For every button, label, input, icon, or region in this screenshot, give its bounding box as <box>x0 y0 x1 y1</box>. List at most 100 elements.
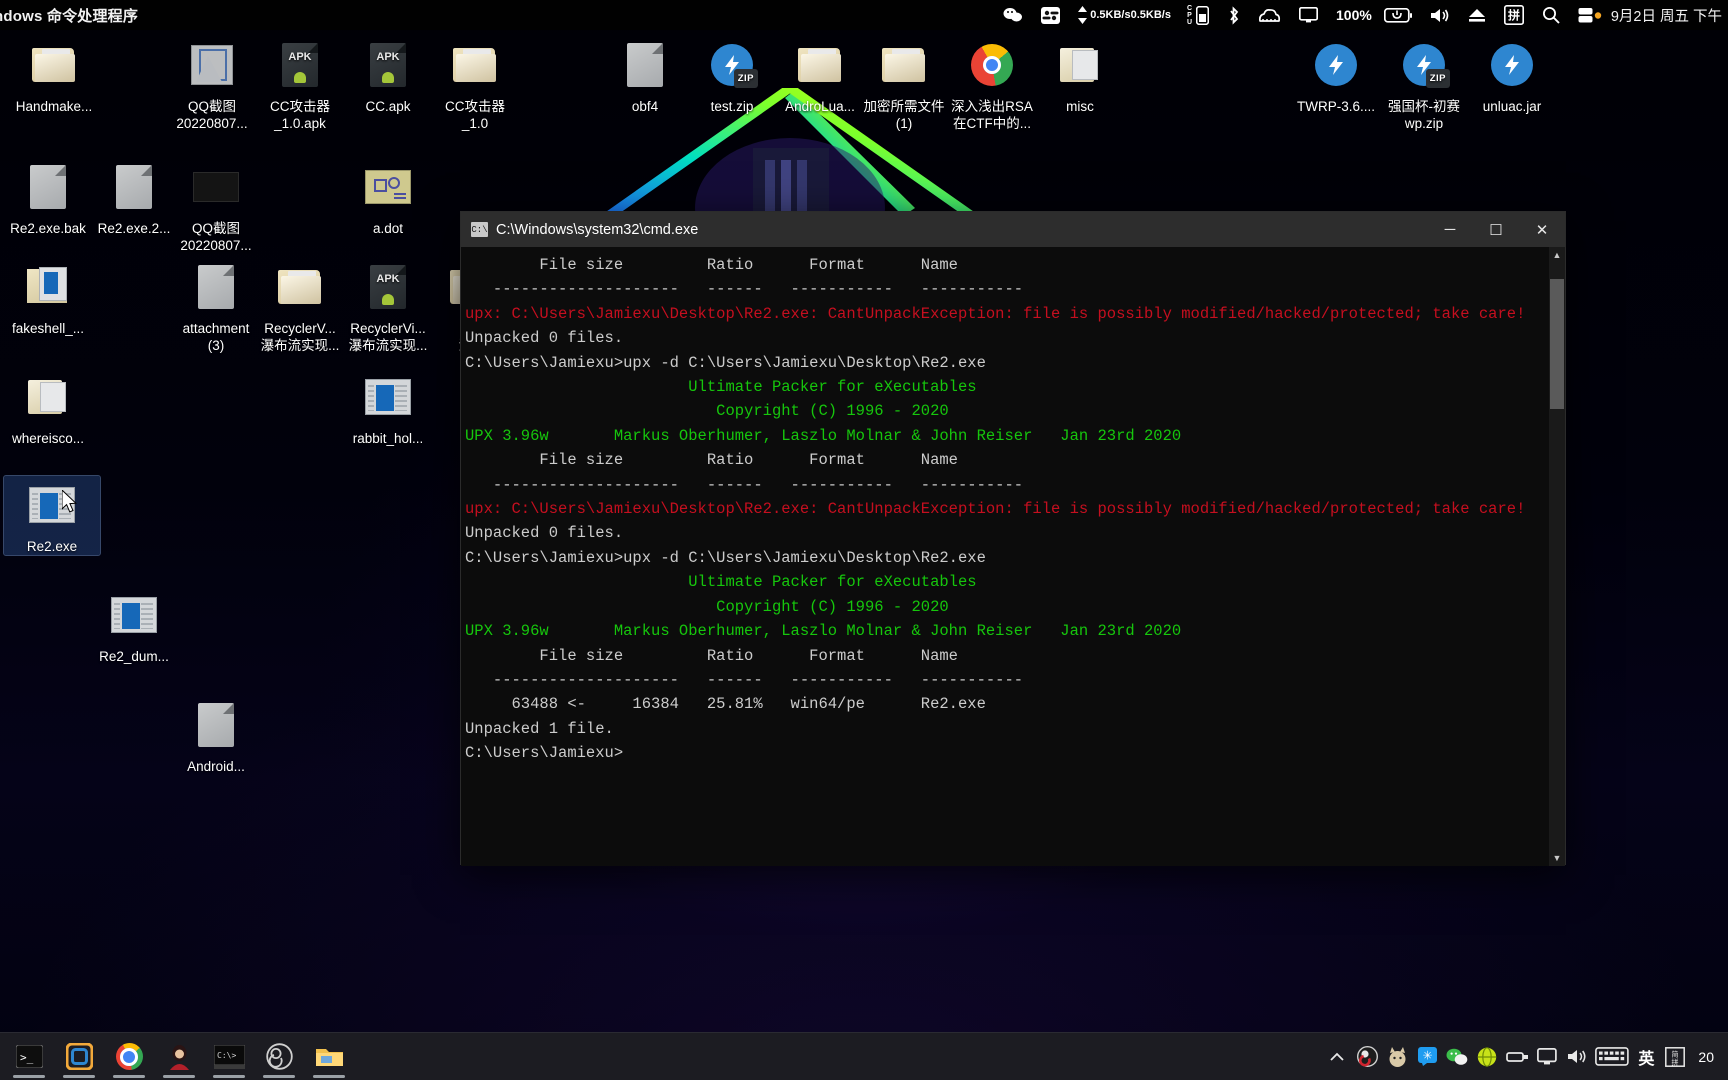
desktop-icon[interactable]: TWRP-3.6.... <box>1288 36 1384 115</box>
cmd-terminal-output[interactable]: File size Ratio Format Name ------------… <box>461 247 1565 866</box>
desktop-icon-label: a.dot <box>372 221 404 236</box>
taskbar-clock[interactable]: 20 <box>1690 1049 1722 1065</box>
terminal-line: -------------------- ------ ----------- … <box>465 670 1024 689</box>
apk-file-icon: APK <box>370 43 406 87</box>
desktop-icon-label: Android... <box>187 759 245 774</box>
desktop-icon[interactable]: attachment (3) <box>168 258 264 354</box>
desktop-icon-label: TWRP-3.6.... <box>1296 99 1375 114</box>
terminal-line: Unpacked 1 file. <box>465 719 614 738</box>
terminal-line: C:\Users\Jamiexu>upx -d C:\Users\Jamiexu… <box>465 548 986 567</box>
keyboard-icon[interactable] <box>1592 1035 1632 1079</box>
desktop-icon[interactable]: QQ截图 20220807... <box>164 36 260 132</box>
display-icon[interactable] <box>1290 0 1327 30</box>
obs-icon[interactable] <box>1352 1035 1382 1079</box>
cmd-window-titlebar[interactable]: C:\ C:\Windows\system32\cmd.exe ─ ☐ ✕ <box>461 212 1565 247</box>
wechat-icon[interactable] <box>1442 1035 1472 1079</box>
desktop-icon[interactable]: a.dot <box>340 158 436 237</box>
terminal-line: File size Ratio Format Name <box>465 451 958 470</box>
asterisk-icon[interactable]: ✳ <box>1412 1035 1442 1079</box>
desktop-icon[interactable]: AndroLua... <box>772 36 868 115</box>
desktop-icon-glyph <box>427 36 523 94</box>
close-button[interactable]: ✕ <box>1519 212 1565 247</box>
desktop-icon[interactable]: APK RecyclerVi... 瀑布流实现... <box>340 258 436 354</box>
eject-icon[interactable] <box>1459 0 1495 30</box>
terminal-icon[interactable]: >_ <box>4 1035 54 1079</box>
desktop-icon[interactable]: Handmake... <box>6 36 102 115</box>
desktop-icon-glyph <box>772 36 868 94</box>
file-icon <box>198 265 234 309</box>
network-arrows-icon[interactable] <box>1069 0 1090 30</box>
window-controls: ─ ☐ ✕ <box>1427 212 1565 247</box>
desktop-icon-label: Re2.exe.bak <box>10 221 86 236</box>
cat-icon[interactable] <box>1382 1035 1412 1079</box>
pinyin-ime-icon[interactable]: 拼 <box>1495 0 1533 30</box>
desktop-icon[interactable]: misc <box>1032 36 1128 115</box>
ime-mode-icon[interactable]: 简拼 <box>1660 1035 1690 1079</box>
apk-file-icon: APK <box>370 265 406 309</box>
network-upload-speed: 0.5KB/s <box>1090 9 1131 21</box>
desktop-icon[interactable]: APK CC.apk <box>340 36 436 115</box>
desktop-icon-label: obf4 <box>631 99 659 114</box>
control-panel-icon[interactable] <box>1032 0 1069 30</box>
menubar-clock[interactable]: 9月2日 周五 下午 <box>1611 5 1724 26</box>
search-icon[interactable] <box>1533 0 1569 30</box>
desktop-icon[interactable]: rabbit_hol... <box>340 368 436 447</box>
desktop-icon[interactable]: fakeshell_... <box>0 258 96 337</box>
desktop-icon-label: test.zip <box>710 99 754 114</box>
maximize-button[interactable]: ☐ <box>1473 212 1519 247</box>
open-folder-icon <box>26 378 70 416</box>
desktop-icon[interactable]: Re2_dum... <box>86 586 182 665</box>
desktop-icon[interactable]: whereisco... <box>0 368 96 447</box>
desktop-icon[interactable]: 深入浅出RSA 在CTF中的... <box>944 36 1040 132</box>
desktop-icon[interactable]: CC攻击器 _1.0 <box>427 36 523 132</box>
terminal-line: Copyright (C) 1996 - 2020 <box>465 597 949 616</box>
desktop-icon[interactable]: unluac.jar <box>1464 36 1560 115</box>
minimize-button[interactable]: ─ <box>1427 212 1473 247</box>
desktop-icon[interactable]: Android... <box>168 696 264 775</box>
cloud-icon[interactable] <box>1249 0 1290 30</box>
scroll-down-icon[interactable]: ▼ <box>1549 850 1565 866</box>
desktop-icon[interactable]: QQ截图 20220807... <box>168 158 264 254</box>
desktop-icon[interactable]: Re2.exe.bak <box>0 158 96 237</box>
svg-text:拼: 拼 <box>1508 8 1520 23</box>
globe-icon[interactable] <box>1472 1035 1502 1079</box>
chrome-icon[interactable] <box>104 1035 154 1079</box>
desktop-icon-label: rabbit_hol... <box>352 431 424 446</box>
volume-icon[interactable] <box>1421 0 1459 30</box>
desktop-icon[interactable]: ZIP test.zip <box>684 36 780 115</box>
file-explorer-icon[interactable] <box>304 1035 354 1079</box>
desktop-icon[interactable]: APK CC攻击器 _1.0.apk <box>252 36 348 132</box>
wechat-icon[interactable] <box>994 0 1032 30</box>
cpu-icon[interactable]: CPU <box>1180 0 1194 30</box>
desktop-icon-label: RecyclerV... 瀑布流实现... <box>260 321 340 353</box>
display-icon[interactable] <box>1532 1035 1562 1079</box>
cmd-scrollbar[interactable]: ▲ ▼ <box>1549 247 1565 866</box>
desktop-icon-glyph <box>168 158 264 216</box>
desktop-icon[interactable]: ZIP 强国杯-初赛 wp.zip <box>1376 36 1472 132</box>
obs-icon[interactable] <box>254 1035 304 1079</box>
terminal-line: upx: C:\Users\Jamiexu\Desktop\Re2.exe: C… <box>465 304 1526 323</box>
folder-icon <box>453 46 497 84</box>
terminal-line: 63488 <- 16384 25.81% win64/pe Re2.exe <box>465 695 986 714</box>
chevron-up-icon[interactable] <box>1322 1035 1352 1079</box>
bluetooth-icon[interactable] <box>1218 0 1249 30</box>
cmd-window[interactable]: C:\ C:\Windows\system32\cmd.exe ─ ☐ ✕ Fi… <box>460 211 1566 866</box>
cmd-icon[interactable]: C:\> <box>204 1035 254 1079</box>
chrome-shortcut-icon <box>971 44 1013 86</box>
volume-icon[interactable] <box>1562 1035 1592 1079</box>
notification-icon[interactable] <box>1569 0 1611 30</box>
avatar-icon[interactable] <box>154 1035 204 1079</box>
vscode-icon[interactable] <box>54 1035 104 1079</box>
desktop-icon[interactable]: Re2.exe <box>3 475 101 556</box>
battery-icon[interactable] <box>1381 0 1421 30</box>
cpu-gauge-icon[interactable] <box>1194 0 1218 30</box>
desktop-icon[interactable]: RecyclerV... 瀑布流实现... <box>252 258 348 354</box>
scroll-up-icon[interactable]: ▲ <box>1549 247 1565 263</box>
scrollbar-thumb[interactable] <box>1550 279 1564 409</box>
desktop-icon-glyph <box>0 158 96 216</box>
taskbar-apps: >_ C:\> <box>0 1035 354 1079</box>
desktop-icon[interactable]: obf4 <box>597 36 693 115</box>
ime-indicator[interactable]: 英 <box>1632 1045 1660 1069</box>
usb-icon[interactable] <box>1502 1035 1532 1079</box>
desktop-icon[interactable]: 加密所需文件 (1) <box>856 36 952 132</box>
